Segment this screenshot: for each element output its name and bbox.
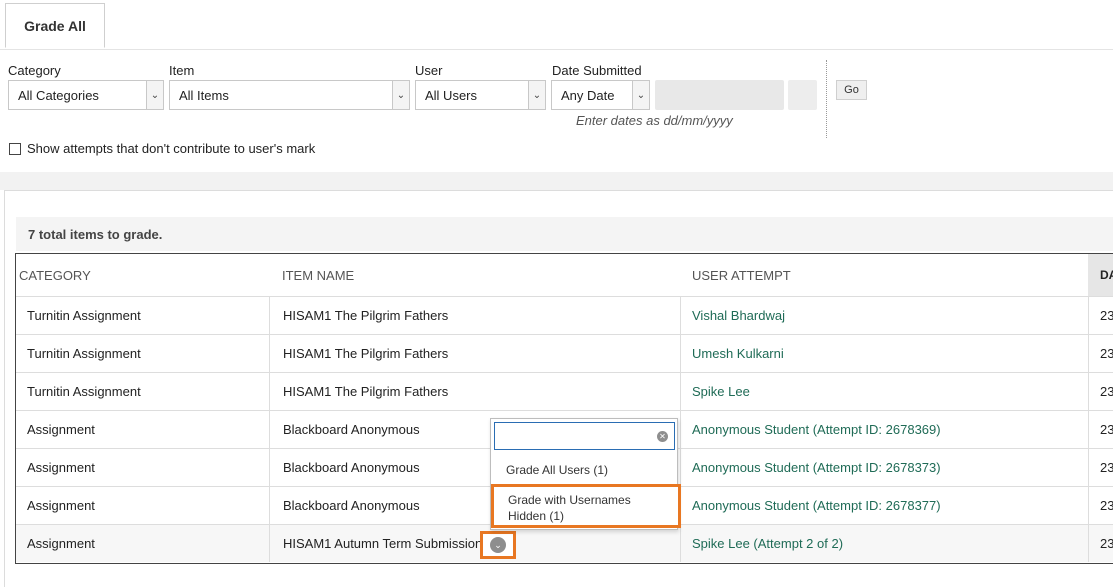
menu-item-grade-all-users[interactable]: Grade All Users (1) xyxy=(491,462,677,479)
row-date: 23 xyxy=(1100,308,1113,323)
row-date: 23 xyxy=(1100,536,1113,551)
column-header-category[interactable]: CATEGORY xyxy=(19,254,91,296)
user-select-value: All Users xyxy=(425,87,478,103)
column-divider xyxy=(680,335,681,372)
date-format-hint: Enter dates as dd/mm/yyyy xyxy=(576,113,733,128)
item-options-dropdown: ✕ Grade All Users (1) Grade with Usernam… xyxy=(490,418,681,530)
column-divider xyxy=(269,525,270,562)
item-select-value: All Items xyxy=(179,87,229,103)
row-category: Assignment xyxy=(27,460,95,475)
row-category: Turnitin Assignment xyxy=(27,308,141,323)
user-select[interactable]: All Users ⌄ xyxy=(415,80,546,110)
row-item-name: HISAM1 The Pilgrim Fathers xyxy=(283,346,449,361)
row-date: 23 xyxy=(1100,460,1113,475)
column-divider xyxy=(1088,335,1089,372)
section-divider xyxy=(0,172,1113,190)
column-divider xyxy=(680,411,681,448)
column-divider xyxy=(680,297,681,334)
row-user-attempt-link[interactable]: Umesh Kulkarni xyxy=(692,335,784,372)
row-date: 23 xyxy=(1100,346,1113,361)
column-divider xyxy=(680,373,681,410)
column-divider xyxy=(680,525,681,562)
top-tab-bar: Grade All xyxy=(0,0,1113,50)
column-divider xyxy=(269,373,270,410)
item-options-menu-button[interactable]: ⌄ xyxy=(480,531,516,559)
row-item-name: Blackboard Anonymous xyxy=(283,498,420,513)
clear-icon[interactable]: ✕ xyxy=(657,431,668,442)
column-divider xyxy=(1088,449,1089,486)
category-filter-label: Category xyxy=(8,63,61,78)
row-user-attempt-link[interactable]: Anonymous Student (Attempt ID: 2678369) xyxy=(692,411,941,448)
column-divider xyxy=(680,449,681,486)
row-user-attempt-link[interactable]: Anonymous Student (Attempt ID: 2678373) xyxy=(692,449,941,486)
menu-item-grade-usernames-hidden[interactable]: Grade with Usernames Hidden (1) xyxy=(491,484,681,528)
row-user-attempt-link[interactable]: Spike Lee xyxy=(692,373,750,410)
row-user-attempt-link[interactable]: Spike Lee (Attempt 2 of 2) xyxy=(692,525,843,562)
row-item-name: Blackboard Anonymous xyxy=(283,460,420,475)
column-divider xyxy=(1088,525,1089,562)
show-attempts-label: Show attempts that don't contribute to u… xyxy=(27,141,316,156)
column-divider xyxy=(1088,487,1089,524)
row-category: Assignment xyxy=(27,498,95,513)
total-items-text: 7 total items to grade. xyxy=(28,226,163,242)
chevron-down-icon: ⌄ xyxy=(632,81,649,109)
row-category: Assignment xyxy=(27,422,95,437)
column-header-date[interactable]: DA xyxy=(1088,254,1113,296)
row-item-name: HISAM1 The Pilgrim Fathers xyxy=(283,384,449,399)
column-header-user-attempt[interactable]: USER ATTEMPT xyxy=(692,254,791,296)
tab-grade-all[interactable]: Grade All xyxy=(5,3,105,48)
column-header-date-label: DA xyxy=(1100,268,1113,282)
show-attempts-checkbox[interactable] xyxy=(9,143,21,155)
date-select-value: Any Date xyxy=(561,87,615,103)
row-category: Turnitin Assignment xyxy=(27,346,141,361)
go-button[interactable]: Go xyxy=(836,80,867,100)
column-divider xyxy=(1088,411,1089,448)
row-item-name: HISAM1 Autumn Term Submission xyxy=(283,536,483,551)
date-start-input xyxy=(655,80,784,110)
column-divider xyxy=(269,487,270,524)
column-divider xyxy=(1088,373,1089,410)
chevron-down-icon: ⌄ xyxy=(528,81,545,109)
column-divider xyxy=(269,297,270,334)
user-filter-label: User xyxy=(415,63,443,78)
row-date: 23 xyxy=(1100,422,1113,437)
column-divider xyxy=(1088,297,1089,334)
chevron-down-icon: ⌄ xyxy=(392,81,409,109)
table-row: Turnitin Assignment HISAM1 The Pilgrim F… xyxy=(16,372,1113,410)
date-select[interactable]: Any Date ⌄ xyxy=(551,80,650,110)
table-row: Turnitin Assignment HISAM1 The Pilgrim F… xyxy=(16,334,1113,372)
total-items-bar: 7 total items to grade. xyxy=(16,217,1113,251)
row-item-name: Blackboard Anonymous xyxy=(283,422,420,437)
row-item-name: HISAM1 The Pilgrim Fathers xyxy=(283,308,449,323)
dropdown-search-input[interactable]: ✕ xyxy=(494,422,675,450)
category-select[interactable]: All Categories ⌄ xyxy=(8,80,164,110)
date-submitted-label: Date Submitted xyxy=(552,63,642,78)
row-category: Assignment xyxy=(27,536,95,551)
filter-divider xyxy=(826,60,827,138)
date-end-input xyxy=(788,80,817,110)
column-divider xyxy=(269,411,270,448)
item-filter-label: Item xyxy=(169,63,195,78)
chevron-down-icon: ⌄ xyxy=(490,537,506,553)
row-user-attempt-link[interactable]: Anonymous Student (Attempt ID: 2678377) xyxy=(692,487,941,524)
column-header-item-name[interactable]: ITEM NAME xyxy=(282,254,354,296)
row-date: 23 xyxy=(1100,384,1113,399)
table-row: Turnitin Assignment HISAM1 The Pilgrim F… xyxy=(16,296,1113,334)
column-divider xyxy=(269,335,270,372)
column-divider xyxy=(269,449,270,486)
category-select-value: All Categories xyxy=(18,87,99,103)
row-user-attempt-link[interactable]: Vishal Bhardwaj xyxy=(692,297,785,334)
row-date: 23 xyxy=(1100,498,1113,513)
chevron-down-icon: ⌄ xyxy=(146,81,163,109)
item-select[interactable]: All Items ⌄ xyxy=(169,80,410,110)
row-category: Turnitin Assignment xyxy=(27,384,141,399)
